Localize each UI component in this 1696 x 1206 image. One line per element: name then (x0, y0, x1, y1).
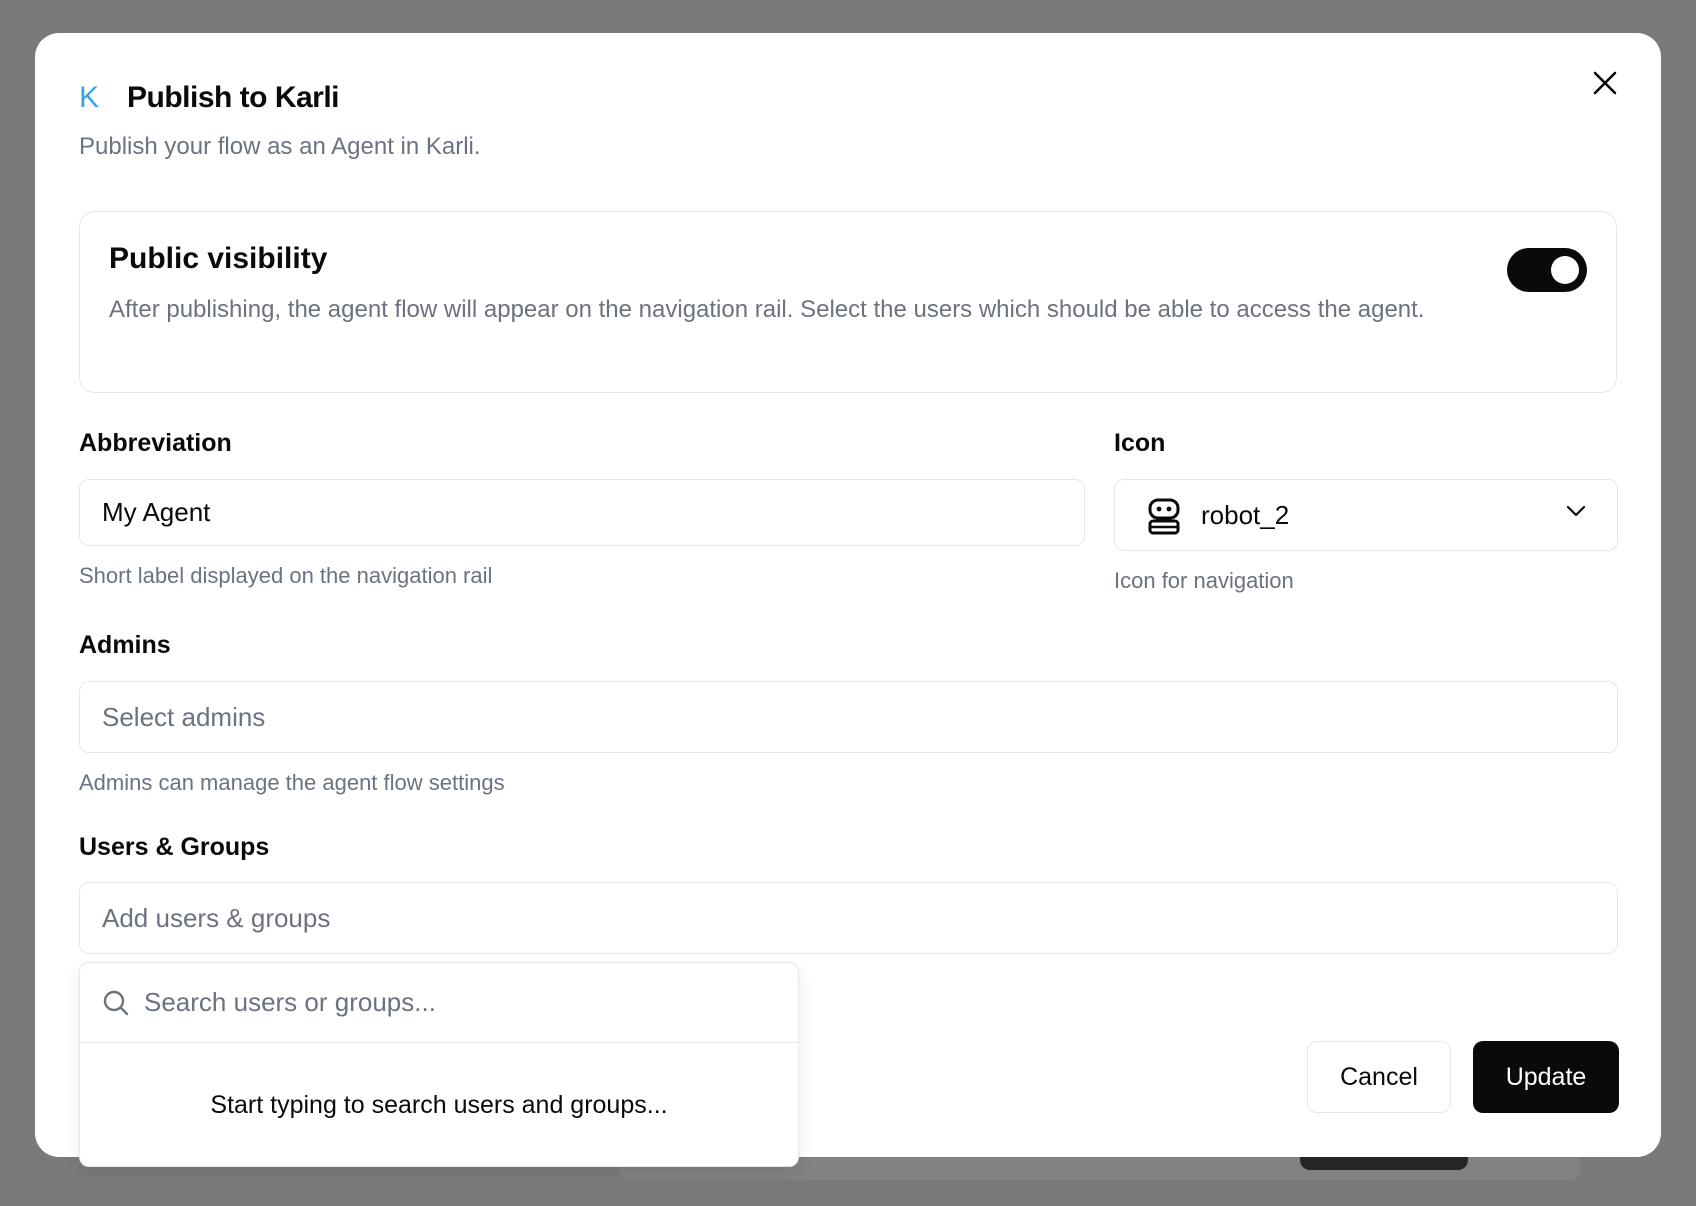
toggle-knob (1551, 256, 1579, 284)
icon-helper: Icon for navigation (1114, 568, 1294, 593)
users-groups-select[interactable]: Add users & groups (79, 882, 1618, 954)
users-groups-search-input[interactable]: Search users or groups... (80, 963, 798, 1043)
admins-select[interactable]: Select admins (79, 681, 1618, 753)
admins-placeholder: Select admins (102, 701, 266, 732)
icon-select-value: robot_2 (1201, 500, 1290, 530)
search-icon (103, 990, 129, 1015)
chevron-down-icon (1566, 505, 1586, 517)
close-button[interactable] (1585, 63, 1625, 103)
public-visibility-toggle[interactable] (1507, 248, 1587, 292)
users-groups-placeholder: Add users & groups (102, 902, 331, 933)
icon-select[interactable]: robot_2 (1114, 479, 1618, 551)
visibility-title: Public visibility (109, 242, 328, 275)
abbreviation-input[interactable]: My Agent (79, 479, 1085, 546)
close-icon (1593, 71, 1617, 95)
public-visibility-card: Public visibility After publishing, the … (79, 211, 1617, 393)
search-empty-message: Start typing to search users and groups.… (210, 1090, 668, 1119)
users-groups-dropdown: Search users or groups... Start typing t… (79, 962, 799, 1167)
users-groups-label: Users & Groups (79, 833, 270, 861)
robot-icon (1148, 498, 1180, 535)
dialog-title: Publish to Karli (127, 81, 340, 114)
visibility-description: After publishing, the agent flow will ap… (109, 296, 1425, 323)
dialog-header: K Publish to Karli Publish your flow as … (79, 81, 481, 161)
abbreviation-label: Abbreviation (79, 429, 232, 457)
search-placeholder: Search users or groups... (144, 987, 436, 1017)
cancel-button[interactable]: Cancel (1307, 1041, 1451, 1113)
abbreviation-value: My Agent (102, 497, 211, 527)
update-button[interactable]: Update (1473, 1041, 1619, 1113)
dialog-subtitle: Publish your flow as an Agent in Karli. (79, 133, 481, 160)
admins-helper: Admins can manage the agent flow setting… (79, 770, 505, 795)
karli-logo: K (79, 81, 100, 114)
publish-dialog: K Publish to Karli Publish your flow as … (35, 33, 1661, 1167)
admins-label: Admins (79, 631, 171, 659)
icon-label: Icon (1114, 429, 1166, 457)
abbreviation-helper: Short label displayed on the navigation … (79, 563, 493, 588)
